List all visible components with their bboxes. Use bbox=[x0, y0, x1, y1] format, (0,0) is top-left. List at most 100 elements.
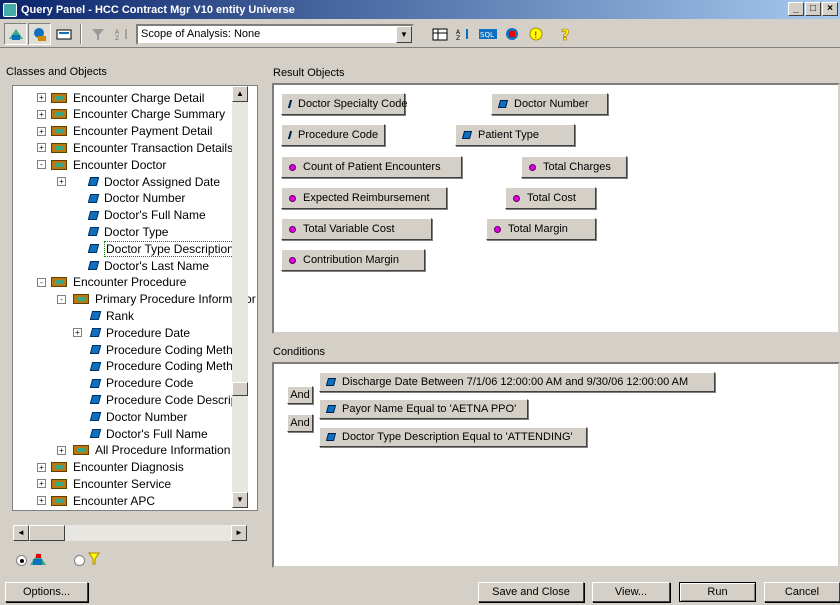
classes-radio[interactable] bbox=[16, 555, 27, 566]
tree-expander-icon[interactable]: + bbox=[37, 126, 46, 136]
result-dimension-chip[interactable]: Doctor Specialty Code bbox=[281, 93, 407, 115]
tree-item[interactable]: Doctor Number bbox=[87, 190, 185, 207]
dimension-icon bbox=[497, 100, 509, 108]
tree-item[interactable]: Encounter Payment Detail bbox=[51, 123, 212, 140]
tree-item[interactable]: Doctor Number bbox=[89, 408, 187, 425]
result-measure-chip[interactable]: Total Margin bbox=[486, 218, 596, 240]
tree-expander-icon[interactable]: - bbox=[37, 277, 46, 287]
hscroll-thumb[interactable] bbox=[29, 525, 65, 541]
dimension-object-icon bbox=[89, 328, 102, 338]
tree-item[interactable]: Doctor's Last Name bbox=[87, 257, 209, 274]
sort-az-icon[interactable]: AZ bbox=[452, 23, 475, 45]
tree-item[interactable]: Procedure Date bbox=[89, 324, 190, 341]
result-measure-chip[interactable]: Total Charges bbox=[521, 156, 627, 178]
close-button[interactable]: × bbox=[822, 2, 838, 16]
result-measure-chip[interactable]: Contribution Margin bbox=[281, 249, 425, 271]
result-measure-chip[interactable]: Expected Reimbursement bbox=[281, 187, 447, 209]
scroll-up-icon[interactable]: ▲ bbox=[232, 86, 248, 102]
result-dimension-chip[interactable]: Doctor Number bbox=[491, 93, 608, 115]
tree-expander-icon[interactable]: - bbox=[37, 160, 46, 170]
result-measure-chip[interactable]: Count of Patient Encounters bbox=[281, 156, 462, 178]
classes-view-icon[interactable] bbox=[4, 23, 27, 45]
scroll-thumb[interactable] bbox=[232, 382, 248, 396]
tree-item[interactable]: Encounter Charge Summary bbox=[51, 106, 225, 123]
tree-expander-icon[interactable]: + bbox=[37, 93, 46, 102]
condition-chip[interactable]: Discharge Date Between 7/1/06 12:00:00 A… bbox=[319, 372, 715, 392]
class-folder-icon bbox=[51, 92, 67, 103]
tree-item[interactable]: Primary Procedure Informatior bbox=[73, 291, 256, 308]
tree-horizontal-scrollbar[interactable]: ◄ ► bbox=[13, 525, 247, 541]
dimension-object-icon bbox=[89, 378, 102, 388]
tree-expander-icon[interactable]: + bbox=[37, 143, 46, 153]
tree-item[interactable]: Encounter Transaction Details bbox=[51, 139, 233, 156]
tree-item[interactable]: Encounter Doctor bbox=[51, 156, 166, 173]
options-button[interactable]: Options... bbox=[5, 582, 88, 602]
view-button[interactable]: View... bbox=[592, 582, 670, 602]
class-folder-icon bbox=[51, 462, 67, 473]
minimize-button[interactable]: _ bbox=[788, 2, 804, 16]
tree-expander-icon[interactable]: + bbox=[37, 109, 46, 119]
tree-item[interactable]: Procedure Code bbox=[89, 375, 193, 392]
scroll-down-icon[interactable]: ▼ bbox=[232, 492, 248, 508]
tree-item[interactable]: Encounter APC bbox=[51, 492, 155, 509]
result-measure-chip[interactable]: Total Cost bbox=[505, 187, 596, 209]
tree-item-label: Doctor Type bbox=[104, 224, 169, 239]
measure-icon bbox=[289, 225, 296, 233]
tree-item[interactable]: Encounter Acuity bbox=[51, 509, 163, 510]
tree-item[interactable]: Procedure Coding Methoc bbox=[89, 358, 245, 375]
tree-item[interactable]: Doctor's Full Name bbox=[89, 425, 208, 442]
tree-expander-icon[interactable]: - bbox=[57, 294, 66, 304]
scroll-right-icon[interactable]: ► bbox=[231, 525, 247, 541]
result-measure-chip[interactable]: Total Variable Cost bbox=[281, 218, 432, 240]
tree-expander-icon[interactable]: + bbox=[57, 445, 66, 455]
tree-item[interactable]: Procedure Coding Methoc bbox=[89, 341, 245, 358]
cancel-button[interactable]: Cancel bbox=[764, 582, 840, 602]
and-operator-outer[interactable]: And bbox=[287, 386, 313, 404]
tree-expander-icon[interactable]: + bbox=[57, 177, 66, 186]
conditions-area[interactable] bbox=[272, 362, 840, 568]
tree-item[interactable]: Rank bbox=[89, 307, 135, 324]
tree-expander-icon[interactable]: + bbox=[37, 496, 46, 506]
tree-item[interactable]: Doctor's Full Name bbox=[87, 207, 206, 224]
tree-expander-icon[interactable]: + bbox=[37, 479, 46, 489]
filters-radio[interactable] bbox=[74, 555, 85, 566]
scope-of-analysis-dropdown[interactable]: Scope of Analysis: None ▼ bbox=[136, 23, 414, 45]
sort-icon[interactable]: AZ bbox=[110, 23, 133, 45]
tree-expander-icon[interactable]: + bbox=[73, 328, 82, 338]
tree-item[interactable]: Encounter Procedure bbox=[51, 274, 186, 291]
chevron-down-icon[interactable]: ▼ bbox=[396, 25, 412, 43]
tree-item[interactable]: Doctor Type bbox=[87, 223, 169, 240]
result-dimension-chip[interactable]: Procedure Code bbox=[281, 124, 385, 146]
tree-item[interactable]: Encounter Service bbox=[51, 475, 171, 492]
options-icon[interactable]: ! bbox=[524, 23, 547, 45]
scroll-left-icon[interactable]: ◄ bbox=[13, 525, 29, 541]
tree-item[interactable]: Encounter Charge Detail bbox=[51, 89, 204, 106]
condition-chip[interactable]: Doctor Type Description Equal to 'ATTEND… bbox=[319, 427, 587, 447]
maximize-button[interactable]: □ bbox=[805, 2, 821, 16]
and-operator-inner[interactable]: And bbox=[287, 414, 313, 432]
tree-item-label: Doctor Type Description bbox=[104, 240, 236, 257]
filter-icon[interactable] bbox=[86, 23, 109, 45]
measure-icon bbox=[289, 256, 296, 264]
condition-chip[interactable]: Payor Name Equal to 'AETNA PPO' bbox=[319, 399, 528, 419]
tree-item[interactable]: All Procedure Information bbox=[73, 442, 230, 459]
view-data-icon[interactable] bbox=[428, 23, 451, 45]
tree-item[interactable]: Procedure Code Descripti bbox=[89, 391, 243, 408]
help-icon[interactable]: ? bbox=[554, 23, 577, 45]
tree-item[interactable]: Doctor Assigned Date bbox=[87, 173, 220, 190]
predefined-conditions-icon[interactable] bbox=[28, 23, 51, 45]
scope-icon[interactable] bbox=[500, 23, 523, 45]
tree-item[interactable]: Encounter Diagnosis bbox=[51, 459, 184, 476]
tree-item-label: Rank bbox=[106, 308, 135, 323]
result-dimension-chip[interactable]: Patient Type bbox=[455, 124, 575, 146]
tree-expander-icon[interactable]: + bbox=[37, 462, 46, 472]
classes-tree[interactable]: + Encounter Charge Detail + Encounter Charg… bbox=[12, 85, 258, 511]
result-chip-label: Count of Patient Encounters bbox=[303, 161, 441, 173]
run-button[interactable]: Run bbox=[679, 582, 756, 602]
save-and-close-button[interactable]: Save and Close bbox=[478, 582, 584, 602]
tree-item[interactable]: Doctor Type Description bbox=[87, 240, 236, 257]
tree-item-label: Doctor's Last Name bbox=[104, 258, 209, 273]
tree-vertical-scrollbar[interactable]: ▲ ▼ bbox=[232, 86, 248, 508]
operands-icon[interactable] bbox=[52, 23, 75, 45]
sql-icon[interactable]: SQL bbox=[476, 23, 499, 45]
